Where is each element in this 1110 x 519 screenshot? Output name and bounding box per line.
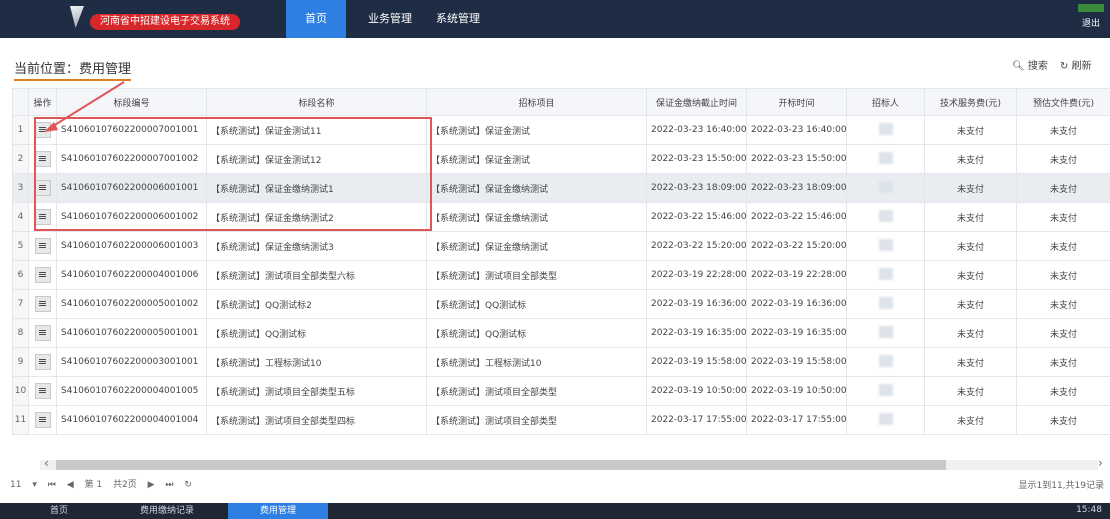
task-fee-records[interactable]: 费用缴纳记录 xyxy=(140,503,220,519)
reload-icon[interactable]: ↻ xyxy=(184,480,192,490)
bottom-taskbar: 首页 费用缴纳记录 费用管理 15:48 xyxy=(0,503,1110,519)
pagination: 11 ▾ ⏮ ◀ 第 1 共2页 ▶ ⏭ ↻ xyxy=(10,477,200,490)
scroll-left-icon[interactable]: ‹ xyxy=(44,456,49,470)
page-size-dropdown-icon[interactable]: ▾ xyxy=(32,480,37,490)
scroll-right-icon[interactable]: › xyxy=(1098,456,1103,470)
task-fee-management[interactable]: 费用管理 xyxy=(228,503,328,519)
page-total: 共2页 xyxy=(112,480,137,490)
prev-page-icon[interactable]: ◀ xyxy=(67,480,74,490)
pager-info: 显示1到11,共19记录 xyxy=(1018,481,1105,491)
page-size-select[interactable]: 11 xyxy=(10,480,21,490)
annotation-arrow xyxy=(44,81,125,132)
page-input[interactable]: 第 1 xyxy=(85,480,103,490)
scrollbar-thumb[interactable] xyxy=(56,460,946,470)
clock: 15:48 xyxy=(1076,505,1102,515)
task-home[interactable]: 首页 xyxy=(50,503,120,519)
next-page-icon[interactable]: ▶ xyxy=(148,480,155,490)
last-page-icon[interactable]: ⏭ xyxy=(165,480,173,490)
first-page-icon[interactable]: ⏮ xyxy=(48,480,56,490)
